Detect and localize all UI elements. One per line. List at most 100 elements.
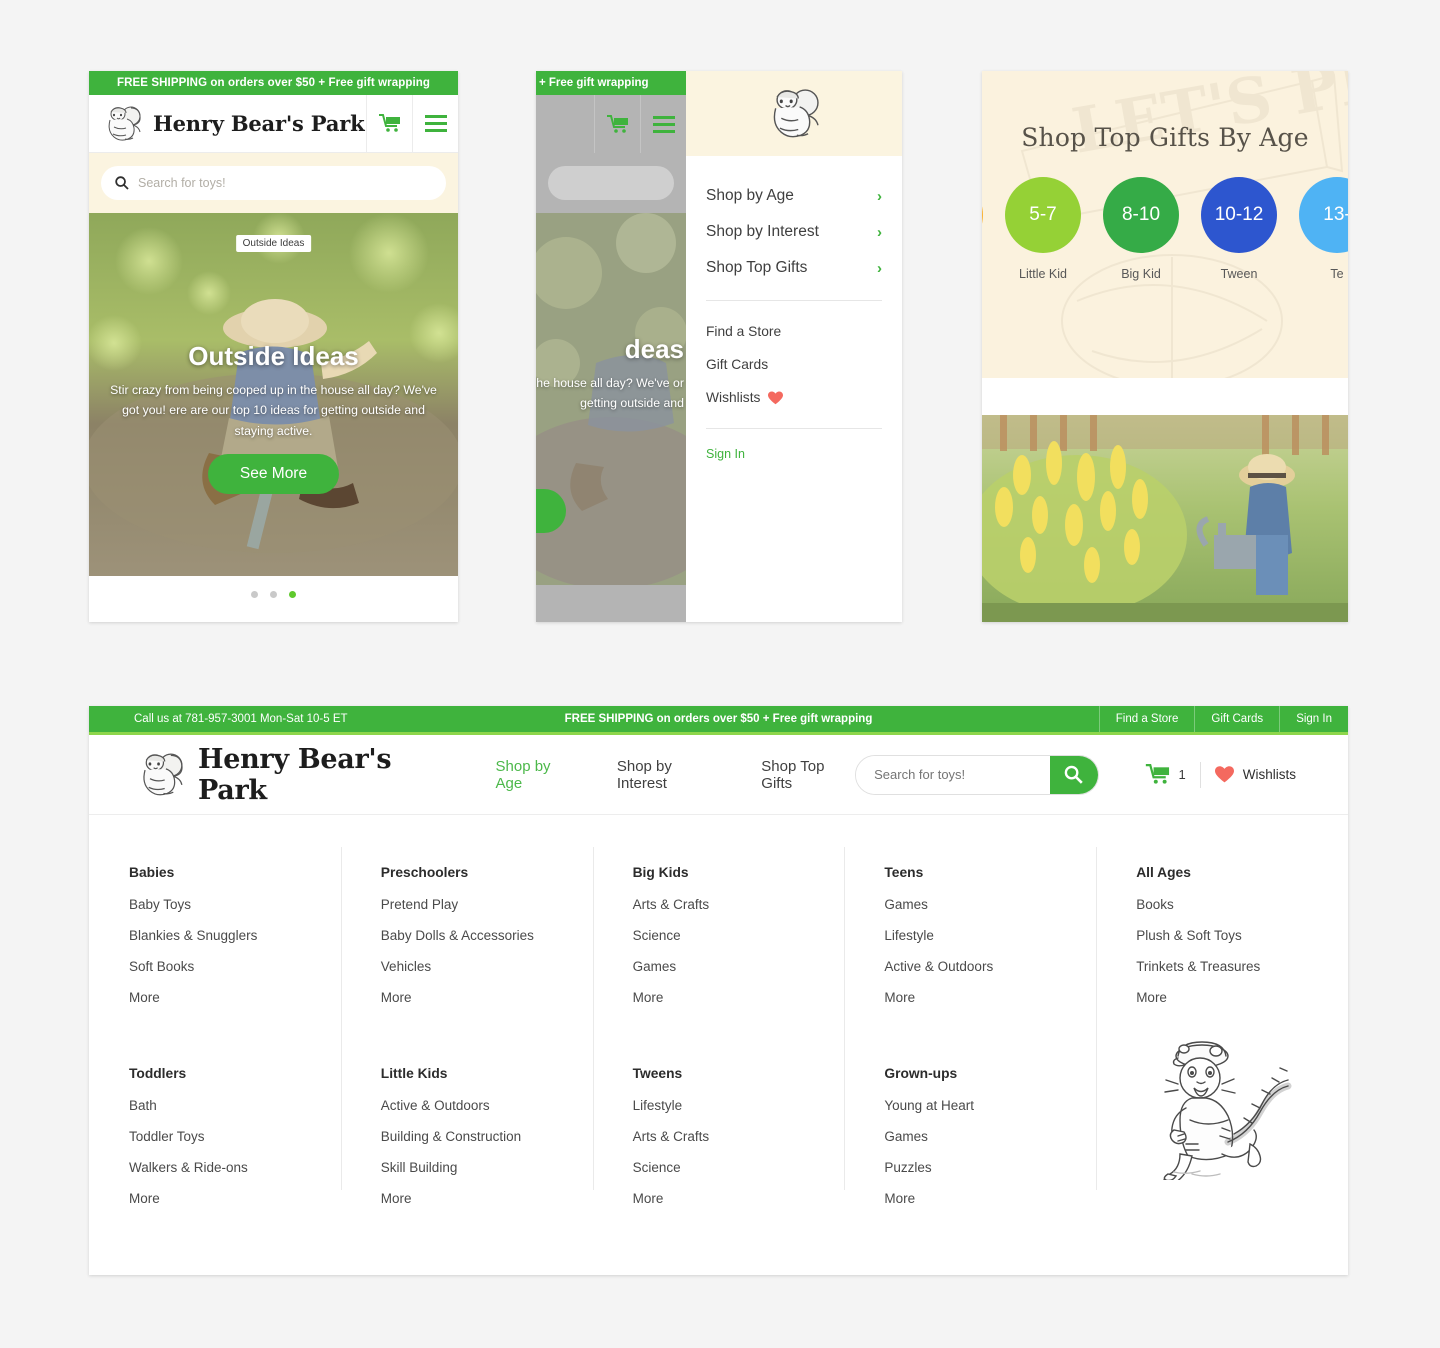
search-input[interactable] [856, 755, 1051, 794]
garden-photo [982, 415, 1348, 622]
group-heading: All Ages [1136, 865, 1191, 880]
carousel-dots[interactable] [89, 576, 458, 613]
group-link[interactable]: Bath [129, 1098, 341, 1113]
carousel-dot-1[interactable] [251, 591, 258, 598]
age-item-little-kid[interactable]: 5-7 Little Kid [1005, 177, 1081, 281]
group-link[interactable]: Science [633, 928, 845, 943]
age-item-big-kid[interactable]: 8-10 Big Kid [1103, 177, 1179, 281]
gift-cards-link[interactable]: Gift Cards [1194, 706, 1279, 732]
group-heading: Toddlers [129, 1066, 187, 1081]
group-link[interactable]: Soft Books [129, 959, 341, 974]
search-input[interactable]: Search for toys! [101, 166, 446, 200]
drawer-item-find-a-store[interactable]: Find a Store [704, 315, 884, 348]
drawer-item-gift-cards[interactable]: Gift Cards [704, 348, 884, 381]
group-link-more[interactable]: More [129, 990, 341, 1005]
nav-item-shop-by-interest[interactable]: Shop by Interest › [704, 214, 884, 250]
group-link[interactable]: Science [633, 1160, 845, 1175]
group-link-more[interactable]: More [1136, 990, 1348, 1005]
group-link[interactable]: Trinkets & Treasures [1136, 959, 1348, 974]
drawer-logo[interactable] [686, 71, 902, 156]
nav-item-label: Shop Top Gifts [706, 259, 808, 276]
hamburger-menu-icon [424, 115, 447, 132]
group-link-more[interactable]: More [381, 1191, 593, 1206]
nav-item-shop-top-gifts[interactable]: Shop Top Gifts › [704, 250, 884, 286]
group-link[interactable]: Vehicles [381, 959, 593, 974]
group-link[interactable]: Toddler Toys [129, 1129, 341, 1144]
group-link[interactable]: Puzzles [884, 1160, 1096, 1175]
cart-button[interactable] [366, 94, 412, 153]
group-link[interactable]: Games [884, 1129, 1096, 1144]
group-link[interactable]: Blankies & Snugglers [129, 928, 341, 943]
group-link[interactable]: Baby Toys [129, 897, 341, 912]
cart-count: 1 [1178, 767, 1186, 782]
group-link[interactable]: Active & Outdoors [381, 1098, 593, 1113]
group-link[interactable]: Games [633, 959, 845, 974]
group-link-more[interactable]: More [381, 990, 593, 1005]
group-link[interactable]: Books [1136, 897, 1348, 912]
dimmed-hero: deas he house all day? We've or getting … [536, 213, 686, 585]
age-item-tween[interactable]: 10-12 Tween [1201, 177, 1277, 281]
group-link[interactable]: Games [884, 897, 1096, 912]
hero-slide[interactable]: Outside Ideas Outside Ideas Stir crazy f… [89, 213, 458, 576]
wishlists-link[interactable]: Wishlists [1214, 766, 1296, 783]
group-link[interactable]: Baby Dolls & Accessories [381, 928, 593, 943]
cart-link[interactable]: 1 [1145, 764, 1186, 785]
group-link[interactable]: Arts & Crafts [633, 1129, 845, 1144]
group-link[interactable]: Active & Outdoors [884, 959, 1096, 974]
cart-button[interactable] [594, 95, 640, 153]
see-more-button[interactable]: See More [207, 453, 340, 494]
group-link[interactable]: Young at Heart [884, 1098, 1096, 1113]
drawer-divider [706, 300, 882, 301]
nav-shop-top-gifts[interactable]: Shop Top Gifts [761, 758, 855, 792]
nav-item-shop-by-age[interactable]: Shop by Age › [704, 178, 884, 214]
group-link[interactable]: Pretend Play [381, 897, 593, 912]
search-button[interactable] [1050, 755, 1098, 794]
age-item-toddler[interactable]: ler [982, 177, 983, 281]
age-bubble: 10-12 [1201, 177, 1277, 253]
mega-group-teens: Teens Games Lifestyle Active & Outdoors … [884, 865, 1096, 1005]
group-link-more[interactable]: More [633, 990, 845, 1005]
nav-shop-by-interest[interactable]: Shop by Interest [617, 758, 721, 792]
drawer-item-wishlists[interactable]: Wishlists [704, 381, 884, 414]
group-link-more[interactable]: More [884, 1191, 1096, 1206]
age-bubble: 8-10 [1103, 177, 1179, 253]
sign-in-link[interactable]: Sign In [1279, 706, 1348, 732]
group-link-more[interactable]: More [129, 1191, 341, 1206]
nav-drawer: Shop by Age › Shop by Interest › Shop To… [686, 71, 902, 622]
group-link-more[interactable]: More [633, 1191, 845, 1206]
nav-shop-by-age[interactable]: Shop by Age [496, 758, 577, 792]
group-link[interactable]: Skill Building [381, 1160, 593, 1175]
group-heading: Preschoolers [380, 865, 469, 880]
running-tiger-cub-mascot-icon [1163, 1041, 1292, 1180]
find-a-store-link[interactable]: Find a Store [1098, 706, 1195, 732]
menu-button[interactable] [640, 95, 686, 153]
hero-body: Stir crazy from being cooped up in the h… [110, 383, 437, 438]
dimmed-footer [536, 585, 686, 622]
shop-by-age-section: LET'S PLAY Shop Top Gifts By Age ler 5-7… [982, 71, 1348, 378]
group-link[interactable]: Walkers & Ride-ons [129, 1160, 341, 1175]
mega-group-babies: Babies Baby Toys Blankies & Snugglers So… [129, 865, 341, 1005]
search-icon [1065, 765, 1084, 784]
mega-group-little-kids: Little Kids Active & Outdoors Building &… [381, 1066, 593, 1206]
group-link-more[interactable]: More [884, 990, 1096, 1005]
group-link[interactable]: Plush & Soft Toys [1136, 928, 1348, 943]
menu-button[interactable] [412, 94, 458, 153]
group-link[interactable]: Building & Construction [381, 1129, 593, 1144]
group-link[interactable]: Lifestyle [884, 928, 1096, 943]
carousel-dot-2[interactable] [270, 591, 277, 598]
desktop-panel: Call us at 781-957-3001 Mon-Sat 10-5 ET … [89, 706, 1348, 1275]
brand-logo-link[interactable]: Henry Bear's Park [89, 103, 366, 145]
sign-in-link[interactable]: Sign In [704, 443, 884, 465]
age-label: Te [1330, 267, 1344, 281]
age-bubble: 5-7 [1005, 177, 1081, 253]
group-link[interactable]: Arts & Crafts [633, 897, 845, 912]
shopping-cart-icon [606, 114, 628, 133]
carousel-dot-3[interactable] [289, 591, 296, 598]
dimmed-search [536, 153, 686, 213]
group-link[interactable]: Lifestyle [633, 1098, 845, 1113]
age-item-teen[interactable]: 13- Te [1299, 177, 1348, 281]
hero-text: Outside Ideas Stir crazy from being coop… [89, 341, 458, 494]
brand-logo-link[interactable]: Henry Bear's Park [134, 744, 460, 806]
mega-column-3: Big Kids Arts & Crafts Science Games Mor… [592, 847, 845, 1275]
mega-column-4: Teens Games Lifestyle Active & Outdoors … [844, 847, 1096, 1275]
